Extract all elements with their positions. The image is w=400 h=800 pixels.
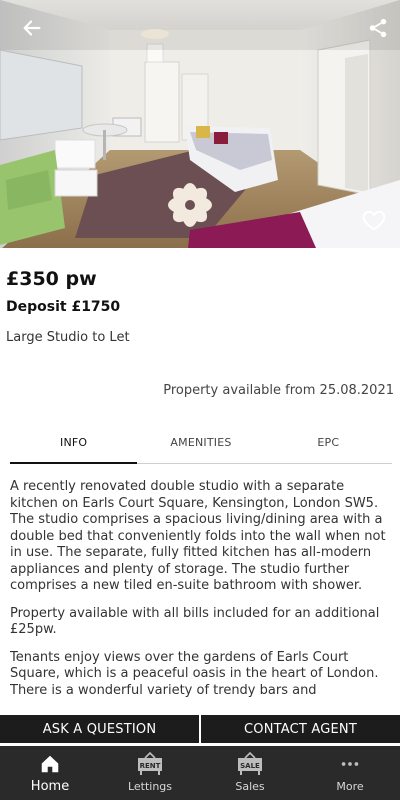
nav-sales-label: Sales <box>235 780 265 793</box>
nav-sales[interactable]: SALE Sales <box>200 746 300 800</box>
nav-home-label: Home <box>30 779 70 794</box>
tab-amenities[interactable]: AMENITIES <box>137 426 264 463</box>
description-paragraph: A recently renovated double studio with … <box>10 479 386 593</box>
nav-more-label: More <box>336 780 364 793</box>
home-icon <box>41 755 59 773</box>
property-photo[interactable] <box>0 0 400 248</box>
share-button[interactable] <box>358 8 398 48</box>
nav-lettings[interactable]: RENT Lettings <box>100 746 200 800</box>
nav-lettings-label: Lettings <box>127 780 173 793</box>
ask-question-button[interactable]: ASK A QUESTION <box>0 715 199 743</box>
share-icon <box>369 18 387 38</box>
deposit: Deposit £1750 <box>6 299 121 315</box>
availability-date: Property available from 25.08.2021 <box>163 383 394 398</box>
sale-sign-text: SALE <box>240 762 260 770</box>
sale-sign-icon: SALE <box>238 752 262 775</box>
tab-epc[interactable]: EPC <box>265 426 392 463</box>
favourite-button[interactable] <box>354 200 394 240</box>
description-paragraph: Property available with all bills includ… <box>10 605 380 638</box>
nav-more[interactable]: More <box>300 746 400 800</box>
arrow-left-icon <box>23 20 41 36</box>
detail-tabs: INFO AMENITIES EPC <box>10 426 392 464</box>
back-button[interactable] <box>12 8 52 48</box>
nav-home[interactable]: Home <box>0 746 100 800</box>
bottom-navigation: Home RENT Lettings SALE Sales More <box>0 746 400 800</box>
rent-sign-text: RENT <box>140 762 161 770</box>
contact-agent-button[interactable]: CONTACT AGENT <box>201 715 400 743</box>
description-paragraph: Tenants enjoy views over the gardens of … <box>10 649 379 698</box>
tab-info[interactable]: INFO <box>10 426 138 464</box>
price: £350 pw <box>6 268 97 290</box>
listing-title: Large Studio to Let <box>6 330 130 345</box>
rent-sign-icon: RENT <box>138 752 162 775</box>
heart-outline-icon <box>362 210 386 231</box>
property-description: A recently renovated double studio with … <box>10 479 394 709</box>
more-dots-icon <box>341 762 359 766</box>
room-photo-illustration <box>0 0 400 248</box>
action-bar: ASK A QUESTION CONTACT AGENT <box>0 715 400 743</box>
